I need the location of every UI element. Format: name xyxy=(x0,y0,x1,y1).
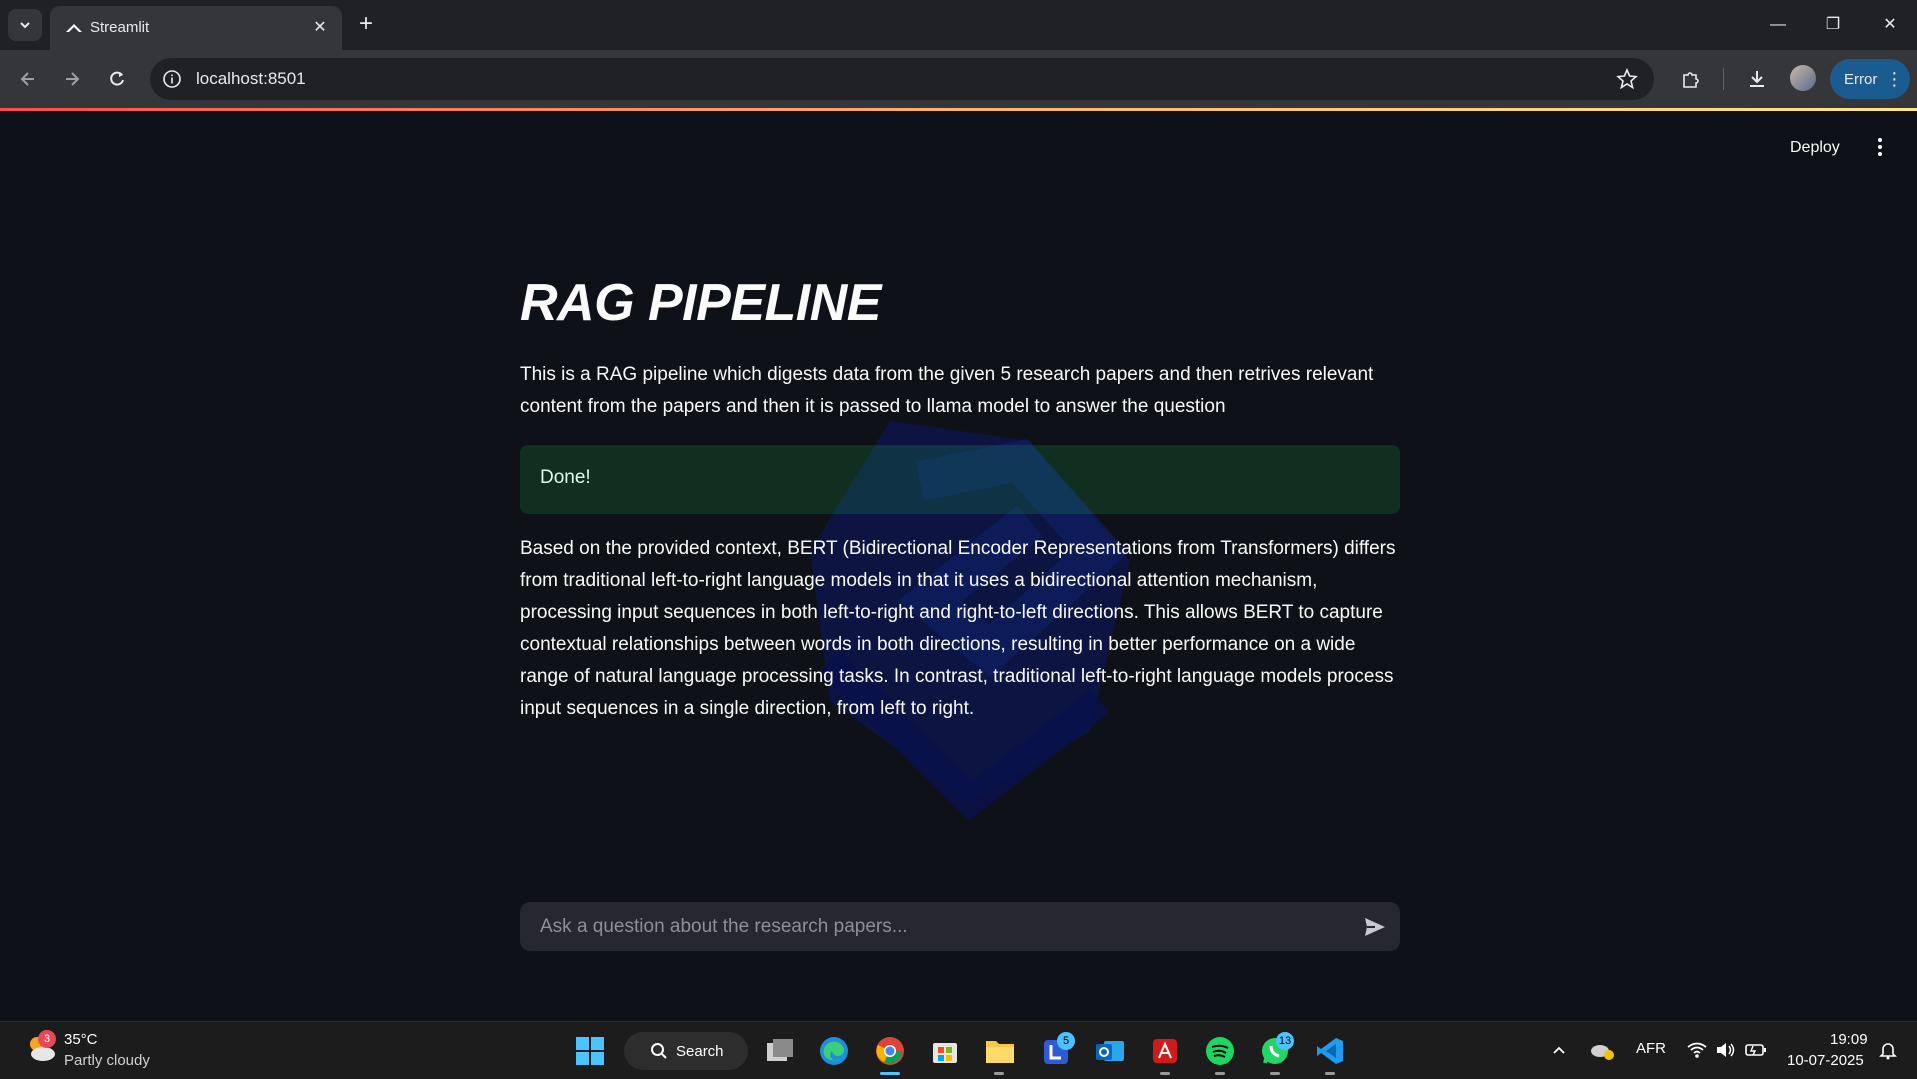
weather-description[interactable]: Partly cloudy xyxy=(64,1052,150,1069)
deploy-button[interactable]: Deploy xyxy=(1782,135,1848,161)
acrobat-running-indicator xyxy=(1160,1072,1170,1075)
file-explorer-icon[interactable] xyxy=(983,1034,1017,1068)
browser-toolbar: localhost:8501 Error ⋮ xyxy=(0,50,1917,108)
edge-browser-icon[interactable] xyxy=(817,1034,851,1068)
close-tab-icon[interactable]: ✕ xyxy=(310,18,330,38)
window-close-icon[interactable]: ✕ xyxy=(1870,10,1910,40)
profile-error-label: Error xyxy=(1844,70,1878,88)
onedrive-warning-icon[interactable] xyxy=(1588,1036,1616,1064)
chat-input-container xyxy=(520,902,1400,951)
send-icon[interactable] xyxy=(1362,914,1388,940)
search-icon xyxy=(651,1043,667,1059)
notification-bell-icon[interactable] xyxy=(1874,1036,1902,1064)
back-icon[interactable] xyxy=(12,63,44,95)
streamlit-app: Deploy RAG PIPELINE This is a RAG pipeli… xyxy=(0,111,1917,1021)
weather-badge: 3 xyxy=(38,1030,56,1048)
site-info-icon[interactable] xyxy=(162,69,182,89)
clock-time[interactable]: 19:09 xyxy=(1830,1031,1868,1048)
windows-start-icon[interactable] xyxy=(573,1034,607,1068)
taskbar-search-button[interactable]: Search xyxy=(624,1032,748,1070)
chevron-up-icon[interactable] xyxy=(1545,1036,1573,1064)
answer-text: Based on the provided context, BERT (Bid… xyxy=(520,538,1396,719)
chat-input[interactable] xyxy=(540,902,1340,951)
streamlit-favicon-icon xyxy=(66,24,82,32)
chrome-icon[interactable] xyxy=(873,1034,907,1068)
intro-text: This is a RAG pipeline which digests dat… xyxy=(520,364,1374,417)
app-menu-icon[interactable] xyxy=(1868,133,1892,161)
new-tab-button[interactable]: + xyxy=(353,12,379,38)
extensions-icon[interactable] xyxy=(1678,66,1704,92)
address-bar[interactable]: localhost:8501 xyxy=(150,58,1654,100)
toolbar-divider xyxy=(1723,68,1724,90)
language-indicator[interactable]: AFR xyxy=(1636,1040,1666,1057)
microsoft-store-icon[interactable] xyxy=(928,1034,962,1068)
battery-icon[interactable] xyxy=(1742,1036,1770,1064)
page-title: RAG PIPELINE xyxy=(520,274,881,332)
task-view-icon[interactable] xyxy=(763,1034,797,1068)
tab-search-button[interactable] xyxy=(8,9,42,41)
volume-icon[interactable] xyxy=(1712,1036,1740,1064)
spotify-icon[interactable] xyxy=(1203,1034,1237,1068)
clock-date[interactable]: 10-07-2025 xyxy=(1787,1052,1864,1069)
bookmark-star-icon[interactable] xyxy=(1616,68,1638,90)
forward-icon[interactable] xyxy=(56,63,88,95)
tab-title: Streamlit xyxy=(90,19,150,36)
browser-tab[interactable]: Streamlit ✕ xyxy=(50,6,342,50)
browser-tabstrip: Streamlit ✕ + — ❐ ✕ xyxy=(0,0,1917,50)
success-message: Done! xyxy=(540,467,591,488)
vscode-icon[interactable] xyxy=(1313,1034,1347,1068)
kebab-menu-icon: ⋮ xyxy=(1885,69,1904,89)
minimize-icon[interactable]: — xyxy=(1758,10,1798,40)
outlook-icon[interactable] xyxy=(1093,1034,1127,1068)
chrome-active-indicator xyxy=(880,1072,900,1075)
chevron-down-icon xyxy=(20,22,30,29)
profile-error-button[interactable]: Error ⋮ xyxy=(1830,59,1910,99)
explorer-running-indicator xyxy=(994,1072,1004,1075)
acrobat-icon[interactable] xyxy=(1148,1034,1182,1068)
profile-avatar[interactable] xyxy=(1790,65,1816,91)
taskbar-search-label: Search xyxy=(676,1042,724,1060)
url-text[interactable]: localhost:8501 xyxy=(196,69,306,89)
success-alert: Done! xyxy=(520,445,1400,514)
windows-taskbar: 3 35°C Partly cloudy Search 5 13 AFR 19:… xyxy=(0,1021,1917,1079)
whatsapp-badge: 13 xyxy=(1276,1032,1294,1050)
weather-temperature[interactable]: 35°C xyxy=(64,1031,98,1048)
downloads-icon[interactable] xyxy=(1744,66,1770,92)
spotify-running-indicator xyxy=(1215,1072,1225,1075)
vscode-running-indicator xyxy=(1325,1072,1335,1075)
wifi-icon[interactable] xyxy=(1683,1036,1711,1064)
teams-badge: 5 xyxy=(1057,1032,1075,1050)
restore-icon[interactable]: ❐ xyxy=(1813,10,1853,40)
reload-icon[interactable] xyxy=(101,63,133,95)
whatsapp-running-indicator xyxy=(1270,1072,1280,1075)
